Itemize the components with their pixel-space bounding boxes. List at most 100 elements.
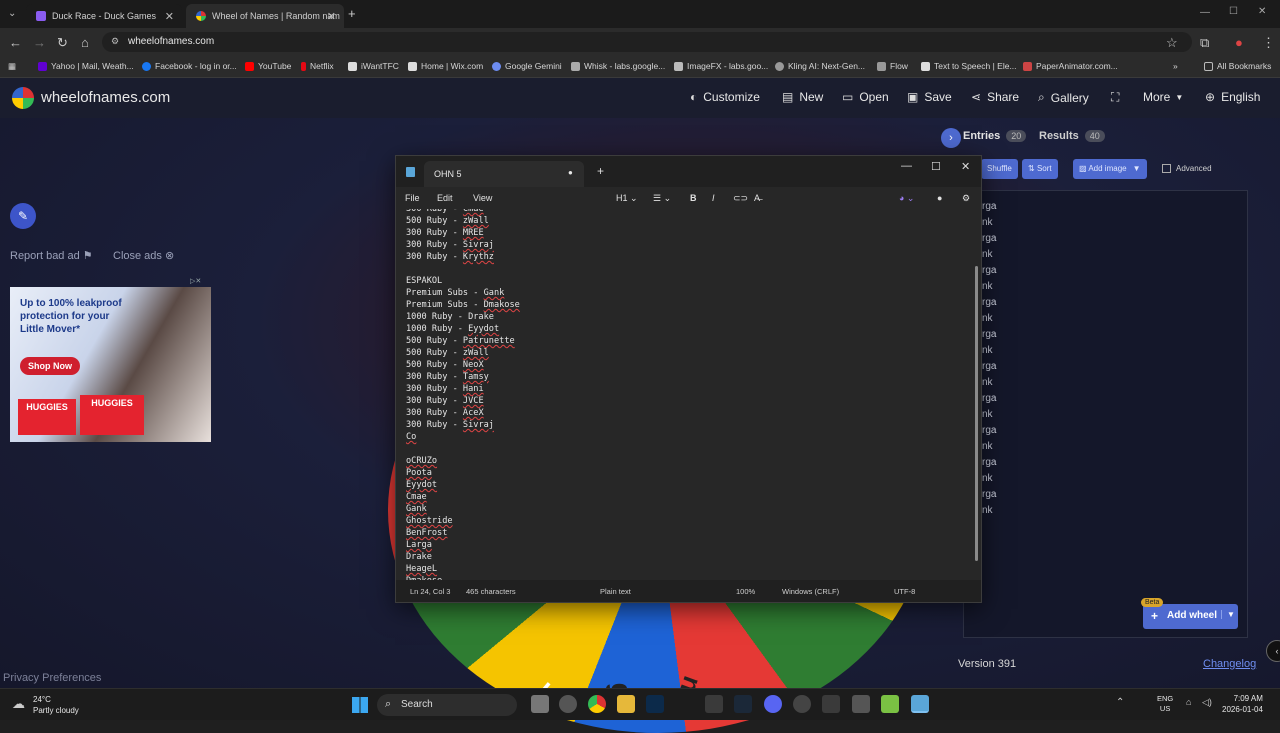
input-language[interactable]: ENG US — [1157, 694, 1173, 714]
app-icon[interactable] — [852, 695, 870, 713]
fullscreen-button[interactable]: ⛶ — [1111, 90, 1125, 105]
italic-icon[interactable]: I — [712, 193, 715, 203]
huggies-advertisement[interactable]: Up to 100% leakproof protection for your… — [10, 278, 211, 442]
app-icon[interactable] — [793, 695, 811, 713]
wheel-logo-icon[interactable] — [12, 87, 34, 109]
weather-widget[interactable]: 24°C Partly cloudy — [33, 694, 79, 716]
close-tab-icon[interactable]: ✕ — [327, 10, 336, 23]
capcut-icon[interactable] — [705, 695, 723, 713]
bookmark-iwanttfc[interactable]: iWantTFC — [348, 61, 399, 71]
customize-button[interactable]: ◐ Customize — [690, 90, 760, 104]
caret-down-icon[interactable]: ▼ — [1221, 610, 1235, 619]
unsaved-dot-icon[interactable]: ● — [568, 168, 573, 177]
new-tab-icon[interactable]: + — [597, 164, 604, 178]
site-brand[interactable]: wheelofnames.com — [41, 89, 170, 106]
bookmark-paperanimator[interactable]: PaperAnimator.com... — [1023, 61, 1118, 71]
bookmark-flow[interactable]: Flow — [877, 61, 908, 71]
bookmark-youtube[interactable]: YouTube — [245, 61, 291, 71]
menu-dots-icon[interactable]: ⋮ — [1262, 35, 1275, 51]
bookmark-star-icon[interactable]: ☆ — [1166, 35, 1178, 51]
photoshop-icon[interactable] — [646, 695, 664, 713]
maximize-icon[interactable]: ☐ — [1229, 6, 1238, 17]
bookmark-kling[interactable]: Kling AI: Next-Gen... — [775, 61, 865, 71]
file-explorer-icon[interactable] — [617, 695, 635, 713]
link-icon[interactable]: ⊂⊃ — [733, 193, 748, 204]
menu-view[interactable]: View — [473, 193, 492, 203]
notepad-text-area[interactable]: 300 Ruby - Cmae 500 Ruby - zWall 300 Ruby … — [406, 209, 966, 581]
more-button[interactable]: More ▼ — [1143, 90, 1183, 104]
collapse-panel-icon[interactable]: › — [941, 128, 961, 148]
back-icon[interactable]: ← — [9, 35, 22, 50]
tab-entries[interactable]: Entries 20 — [963, 130, 1027, 142]
advanced-checkbox[interactable]: Advanced — [1162, 164, 1212, 173]
ad-shop-now-button[interactable]: Shop Now — [20, 357, 80, 375]
zoom-level[interactable]: 100% — [736, 587, 755, 596]
privacy-preferences-link[interactable]: Privacy Preferences — [3, 672, 101, 684]
bookmark-yahoo[interactable]: Yahoo | Mail, Weath... — [38, 61, 134, 71]
language-button[interactable]: ⊕ English — [1205, 90, 1260, 104]
close-window-icon[interactable]: ✕ — [961, 160, 970, 173]
bookmark-imagefx[interactable]: ImageFX - labs.goo... — [674, 61, 768, 71]
tab-wheel-of-names[interactable]: Wheel of Names | Random nam ✕ — [186, 4, 344, 28]
sort-button[interactable]: ⇅ Sort — [1022, 159, 1058, 179]
all-bookmarks[interactable]: All Bookmarks — [1204, 61, 1271, 71]
menu-edit[interactable]: Edit — [437, 193, 453, 203]
gallery-button[interactable]: ⌕ Gallery — [1038, 90, 1089, 105]
copilot-icon[interactable]: ◕ ⌄ — [899, 193, 914, 204]
notepad-scrollbar[interactable] — [975, 266, 978, 561]
forward-icon[interactable]: → — [33, 35, 46, 50]
changelog-link[interactable]: Changelog — [1203, 658, 1256, 670]
shuffle-button[interactable]: Shuffle — [981, 159, 1018, 179]
notepad-tab[interactable]: OHN 5 ● — [424, 161, 584, 187]
site-info-icon[interactable]: ⚙ — [111, 36, 119, 47]
entries-textarea[interactable]: rga nk rga nk rga nk rga nk rga nk rga nk rga nk rga nk… — [963, 190, 1248, 638]
minimize-icon[interactable]: — — [1200, 7, 1210, 18]
taskbar-clock[interactable]: 7:09 AM 2026-01-04 — [1222, 693, 1263, 715]
bookmark-wix[interactable]: Home | Wix.com — [408, 61, 483, 71]
bold-icon[interactable]: B — [690, 193, 697, 203]
report-bad-ad-link[interactable]: Report bad ad ⚑ — [10, 249, 93, 262]
reload-icon[interactable]: ↻ — [57, 35, 68, 51]
home-icon[interactable]: ⌂ — [81, 35, 89, 50]
add-image-button[interactable]: ▨ Add image ▼ — [1073, 159, 1147, 179]
share-button[interactable]: ⋖ Share — [971, 90, 1019, 104]
app-icon[interactable] — [881, 695, 899, 713]
close-tab-icon[interactable]: ✕ — [165, 10, 174, 23]
add-wheel-button[interactable]: + Add wheel ▼ — [1143, 604, 1238, 629]
url-input[interactable]: ⚙ wheelofnames.com — [102, 32, 1192, 52]
menu-file[interactable]: File — [405, 193, 420, 203]
extensions-icon[interactable]: ⧉ — [1200, 35, 1209, 51]
tray-overflow-icon[interactable]: ⌃ — [1116, 697, 1124, 708]
tab-search-icon[interactable]: ⌄ — [8, 8, 16, 19]
taskbar-search-box[interactable]: ⌕ Search — [377, 694, 517, 716]
edit-pencil-button[interactable]: ✎ — [10, 203, 36, 229]
profile-icon[interactable]: ● — [1235, 35, 1243, 50]
apps-grid-icon[interactable]: ▦ — [8, 61, 16, 72]
heading-dropdown[interactable]: H1 ⌄ — [616, 193, 638, 204]
maximize-icon[interactable]: ☐ — [931, 160, 941, 173]
tab-duck-race[interactable]: Duck Race - Duck Games ✕ — [26, 4, 182, 28]
settings-gear-icon[interactable]: ⚙ — [962, 193, 970, 204]
bookmark-gemini[interactable]: Google Gemini — [492, 61, 562, 71]
tab-results[interactable]: Results 40 — [1039, 130, 1105, 142]
copilot-taskbar-icon[interactable] — [559, 695, 577, 713]
list-icon[interactable]: ☰ ⌄ — [653, 193, 671, 204]
account-avatar[interactable]: ● — [937, 193, 942, 203]
scroll-side-icon[interactable]: ‹ — [1266, 640, 1280, 662]
clear-format-icon[interactable]: A̶ — [754, 193, 760, 203]
task-view-icon[interactable] — [531, 695, 549, 713]
bookmark-netflix[interactable]: Netflix — [301, 61, 334, 71]
line-ending[interactable]: Windows (CRLF) — [782, 587, 839, 596]
new-button[interactable]: ▤ New — [782, 90, 823, 104]
notepad-taskbar-icon[interactable] — [911, 695, 929, 713]
bookmark-facebook[interactable]: Facebook - log in or... — [142, 61, 237, 71]
new-tab-icon[interactable]: + — [348, 6, 356, 21]
bookmark-whisk[interactable]: Whisk - labs.google... — [571, 61, 665, 71]
encoding[interactable]: UTF-8 — [894, 587, 915, 596]
minimize-icon[interactable]: — — [901, 160, 912, 172]
close-window-icon[interactable]: ✕ — [1258, 6, 1266, 17]
ad-choices-icon[interactable]: ▷✕ — [190, 277, 201, 285]
discord-icon[interactable] — [764, 695, 782, 713]
app-icon[interactable] — [822, 695, 840, 713]
steam-icon[interactable] — [734, 695, 752, 713]
